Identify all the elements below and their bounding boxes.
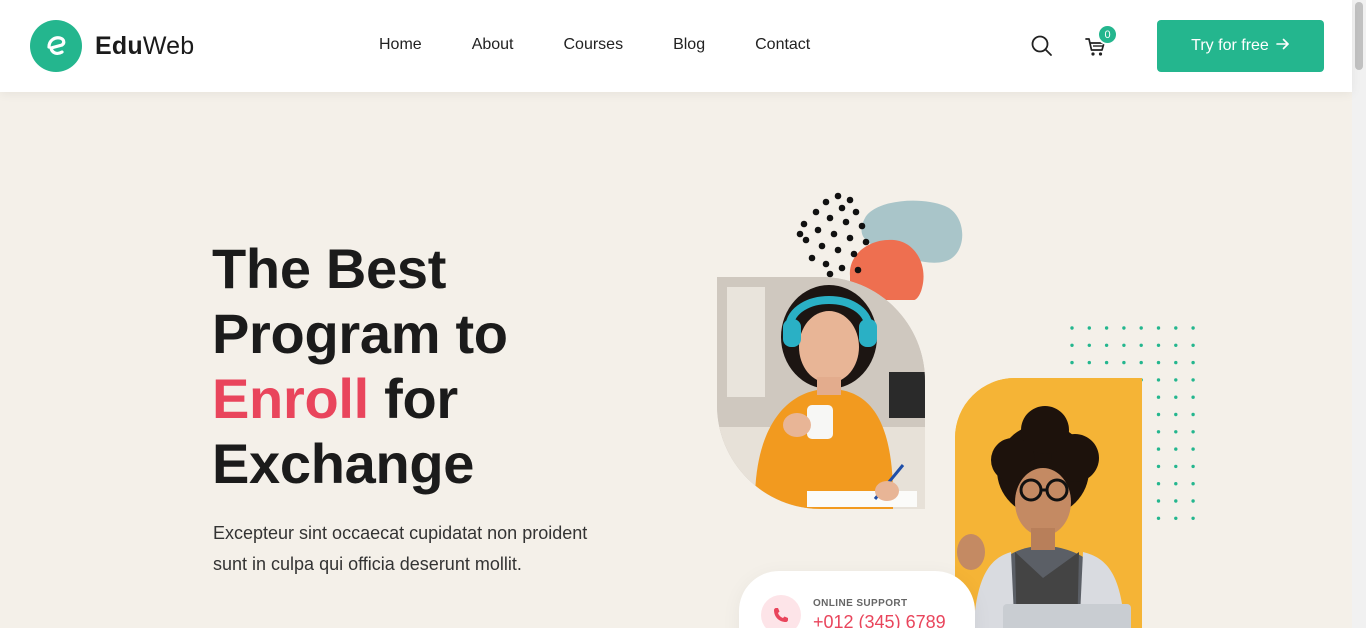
hero-description: Excepteur sint occaecat cupidatat non pr…	[213, 523, 588, 574]
hero-title-line-3: Enroll for	[212, 367, 458, 430]
cart-count-badge: 0	[1097, 24, 1118, 45]
nav-courses[interactable]: Courses	[564, 35, 624, 55]
page-scrollbar[interactable]	[1352, 0, 1366, 628]
scrollbar-thumb[interactable]	[1355, 2, 1363, 70]
nav-blog[interactable]: Blog	[673, 35, 705, 55]
logo[interactable]: EduWeb	[30, 20, 194, 72]
student-man-photo	[955, 378, 1142, 628]
nav-about[interactable]: About	[472, 35, 514, 55]
try-for-free-label: Try for free	[1191, 37, 1269, 54]
hero-title: The Best Program to Enroll for Exchange	[212, 236, 642, 496]
hero-title-line-1: The Best	[212, 237, 447, 300]
site-header: EduWeb Home About Courses Blog Contact 0…	[0, 0, 1352, 92]
arrow-right-icon	[1276, 37, 1290, 56]
black-dots-decoration	[796, 192, 870, 278]
student-girl-photo	[717, 277, 925, 509]
phone-icon	[761, 595, 801, 628]
hero-title-line-4: Exchange	[212, 432, 475, 495]
online-support-card[interactable]: ONLINE SUPPORT +012 (345) 6789	[739, 571, 975, 628]
search-icon[interactable]	[1030, 34, 1054, 58]
online-support-label: ONLINE SUPPORT	[813, 598, 908, 609]
try-for-free-button[interactable]: Try for free	[1157, 20, 1324, 72]
leaf-e-logo-icon	[30, 20, 82, 72]
hero-title-accent: Enroll	[212, 367, 369, 430]
main-nav: Home About Courses Blog Contact	[379, 35, 860, 55]
support-phone-number[interactable]: +012 (345) 6789	[813, 612, 946, 628]
brand-name: EduWeb	[95, 31, 195, 60]
nav-home[interactable]: Home	[379, 35, 422, 55]
nav-contact[interactable]: Contact	[755, 35, 810, 55]
hero-title-line-2: Program to	[212, 302, 508, 365]
